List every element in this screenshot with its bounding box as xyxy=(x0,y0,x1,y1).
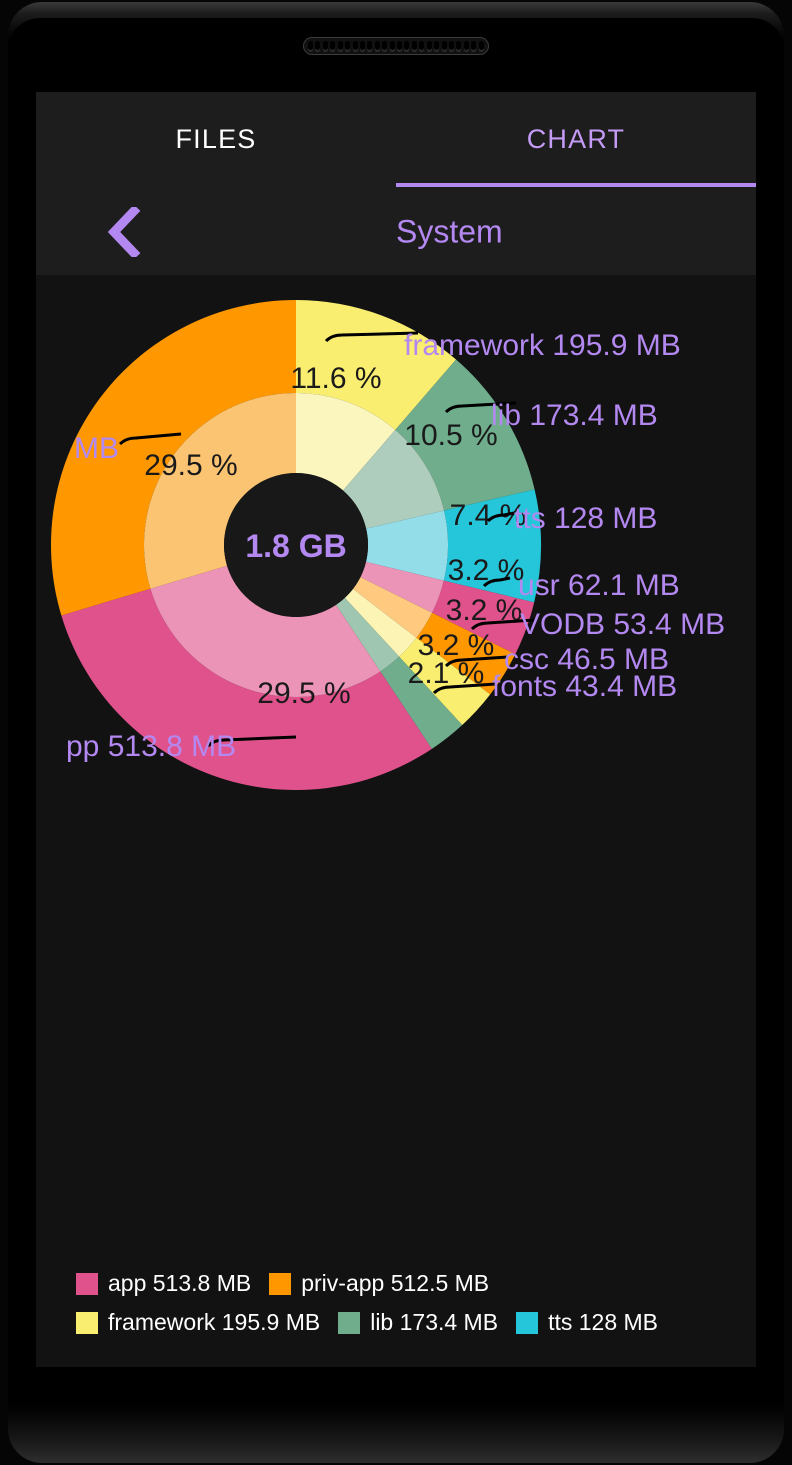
legend-item: tts 128 MB xyxy=(516,1309,658,1336)
pie-percent-label-lib: 10.5 % xyxy=(404,419,497,452)
pie-percent-label-framework: 11.6 % xyxy=(290,362,381,395)
pie-outside-label-app: pp 513.8 MB xyxy=(66,730,236,763)
donut-center-total: 1.8 GB xyxy=(245,528,346,564)
legend-item-label: framework 195.9 MB xyxy=(108,1309,321,1335)
pie-outside-label-VODB: VODB 53.4 MB xyxy=(520,608,725,641)
tab-files-label: FILES xyxy=(175,124,257,154)
legend-item: lib 173.4 MB xyxy=(338,1309,498,1336)
legend-item-label: tts 128 MB xyxy=(548,1309,658,1335)
chevron-left-icon xyxy=(107,206,141,257)
pie-outside-label-framework: framework 195.9 MB xyxy=(404,329,681,362)
pie-outside-label-priv-app: MB xyxy=(74,432,119,465)
legend-color-swatch xyxy=(76,1272,98,1295)
title-bar: System xyxy=(36,187,756,275)
tab-chart[interactable]: CHART xyxy=(396,92,756,187)
earpiece-speaker-grille xyxy=(303,37,489,55)
pie-outside-label-lib: lib 173.4 MB xyxy=(491,399,658,432)
legend-color-swatch xyxy=(516,1311,539,1334)
pie-outside-label-fonts: fonts 43.4 MB xyxy=(492,670,677,703)
nested-donut-chart[interactable]: 1.8 GB29.5 %11.6 %10.5 %7.4 %3.2 %3.2 %3… xyxy=(36,275,756,1367)
pie-outside-label-tts: tts 128 MB xyxy=(514,502,657,535)
page-title: System xyxy=(396,213,503,249)
pie-percent-label-app: 29.5 % xyxy=(257,677,350,710)
phone-device-frame: FILES CHART System 1.8 GB 29.5 % 11.6 % 10.… xyxy=(0,0,792,1465)
chart-legend: app 513.8 MB priv-app 512.5 MB framework 1… xyxy=(76,1270,736,1348)
device-bottom-bezel xyxy=(8,1403,784,1463)
tab-bar: FILES CHART xyxy=(36,92,756,187)
legend-color-swatch xyxy=(269,1272,292,1295)
legend-color-swatch xyxy=(76,1311,98,1334)
pie-percent-label-usr: 3.2 % xyxy=(448,554,525,587)
back-button[interactable] xyxy=(96,204,152,260)
legend-item: priv-app 512.5 MB xyxy=(269,1270,489,1297)
tab-chart-label: CHART xyxy=(526,124,626,154)
pie-percent-label-priv-app: 29.5 % xyxy=(144,449,237,482)
legend-item-label: app 513.8 MB xyxy=(108,1270,252,1296)
legend-item: app 513.8 MB xyxy=(76,1270,251,1297)
legend-item-label: priv-app 512.5 MB xyxy=(301,1270,490,1296)
legend-color-swatch xyxy=(338,1311,361,1334)
pie-outside-label-usr: usr 62.1 MB xyxy=(518,569,680,602)
legend-item-label: lib 173.4 MB xyxy=(370,1309,499,1335)
tab-files[interactable]: FILES xyxy=(36,92,396,187)
legend-item: framework 195.9 MB xyxy=(76,1309,320,1336)
app-window: FILES CHART System 1.8 GB 29.5 % 11.6 % 10.… xyxy=(36,92,756,1367)
chart-area: 1.8 GB 29.5 % 11.6 % 10.5 % 7.4 % 3.2 % 3.2 % 3… xyxy=(36,275,756,1367)
